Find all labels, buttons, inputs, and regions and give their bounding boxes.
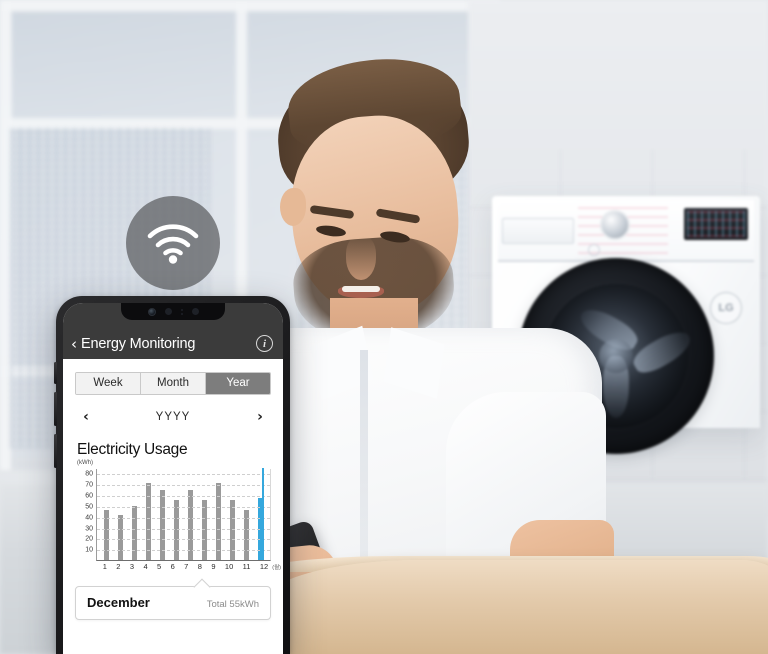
- wooden-table: [260, 560, 768, 654]
- y-axis-tick: 60: [85, 492, 93, 500]
- screenshot-scene: LG ‹ Energy Monitoring i Week Month Year…: [0, 0, 768, 654]
- phone-notch: [121, 303, 225, 320]
- chart-plot-area: [96, 468, 271, 561]
- chart-bars: [97, 469, 270, 560]
- x-axis-tick: 10: [224, 562, 234, 571]
- y-axis: 10 20 30 40 50 60 70 80: [77, 469, 94, 561]
- chart-gridline: [97, 539, 270, 541]
- x-axis-tick: 1: [102, 562, 107, 571]
- camera-icon: [147, 307, 156, 316]
- prev-period-button[interactable]: ‹: [77, 409, 95, 425]
- chart-bar[interactable]: [216, 483, 222, 560]
- page-title: Energy Monitoring: [81, 336, 196, 352]
- y-axis-tick: 10: [85, 546, 93, 554]
- chart-gridline: [97, 528, 270, 530]
- tab-month[interactable]: Month: [141, 373, 206, 394]
- wifi-icon: [126, 196, 220, 290]
- chart-gridline: [97, 506, 270, 508]
- chart-gridline: [97, 496, 270, 498]
- y-axis-unit-label: (kWh): [77, 460, 93, 466]
- x-axis-tick: 3: [129, 562, 135, 571]
- period-value: YYYY: [155, 411, 191, 423]
- person-nose: [346, 236, 376, 280]
- back-icon[interactable]: ‹: [71, 337, 77, 352]
- x-axis: 1 2 3 4 5 6 7 8 9 10 11 12: [96, 562, 275, 571]
- tab-week[interactable]: Week: [76, 373, 141, 394]
- y-axis-tick: 50: [85, 503, 93, 511]
- summary-total-label: Total 55kWh: [206, 599, 259, 610]
- chart-gridline: [97, 550, 270, 552]
- chart-bar[interactable]: [145, 483, 151, 560]
- phone-button-volume-down[interactable]: [54, 434, 57, 468]
- y-axis-tick: 70: [85, 481, 93, 489]
- x-axis-tick: 5: [157, 562, 162, 571]
- x-axis-unit-label: (월): [272, 565, 281, 571]
- x-axis-tick: 4: [143, 562, 148, 571]
- next-period-button[interactable]: ›: [251, 409, 269, 425]
- x-axis-tick: 11: [242, 562, 251, 571]
- y-axis-tick: 40: [85, 514, 93, 522]
- person-ear: [280, 188, 306, 226]
- tab-year[interactable]: Year: [206, 373, 270, 394]
- sensor-icon: [180, 308, 183, 315]
- washer-buttons: [588, 243, 658, 274]
- x-axis-tick: 7: [184, 562, 189, 571]
- chart-gridline: [97, 485, 270, 487]
- person-teeth: [342, 286, 380, 292]
- chart-gridline: [97, 474, 270, 476]
- period-navigator: ‹ YYYY ›: [77, 409, 269, 425]
- x-axis-tick: 12: [259, 562, 269, 571]
- chart-highlight-line: [261, 468, 264, 560]
- smartphone-mockup: ‹ Energy Monitoring i Week Month Year ‹ …: [54, 296, 290, 654]
- app-header: ‹ Energy Monitoring i: [63, 303, 283, 359]
- phone-button-mute[interactable]: [54, 362, 57, 384]
- chart-bar[interactable]: [131, 505, 137, 560]
- x-axis-tick: 6: [170, 562, 175, 571]
- section-title: Electricity Usage: [77, 441, 188, 458]
- phone-button-volume-up[interactable]: [54, 392, 57, 426]
- x-axis-tick: 9: [211, 562, 216, 571]
- phone-screen: ‹ Energy Monitoring i Week Month Year ‹ …: [63, 303, 283, 654]
- washer-lg-logo: LG: [710, 292, 742, 324]
- x-axis-tick: 2: [116, 562, 121, 571]
- chart-bar[interactable]: [117, 514, 123, 560]
- chart-gridline: [97, 517, 270, 519]
- y-axis-tick: 20: [85, 535, 93, 543]
- x-axis-tick: 8: [197, 562, 202, 571]
- washer-dial-icon: [600, 210, 630, 240]
- y-axis-tick: 30: [85, 525, 93, 533]
- speaker-icon: [164, 308, 172, 315]
- y-axis-tick: 80: [85, 470, 93, 478]
- summary-month-label: December: [87, 595, 150, 610]
- info-icon[interactable]: i: [256, 335, 273, 352]
- washer-display: [684, 208, 748, 240]
- proximity-sensor-icon: [191, 308, 199, 315]
- period-tabs: Week Month Year: [75, 372, 271, 395]
- electricity-usage-chart: (kWh) 10 20 30 40 50 60 70 80 1 2 3 4 5 6 7 8 9 10 11 12 (…: [77, 460, 281, 573]
- selected-month-summary[interactable]: December Total 55kWh: [75, 586, 271, 620]
